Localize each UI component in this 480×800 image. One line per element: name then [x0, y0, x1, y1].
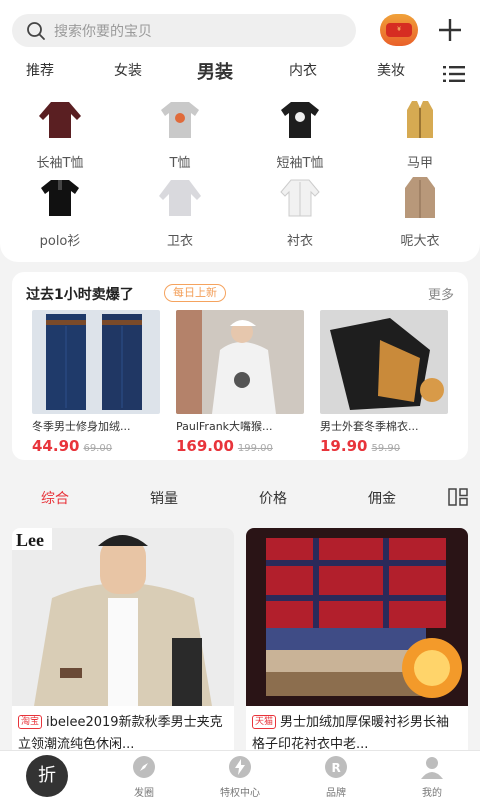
- sort-sales[interactable]: 销量: [150, 488, 178, 508]
- daily-new-badge: 每日上新: [164, 284, 226, 302]
- tab-beauty[interactable]: 美妆: [377, 60, 405, 80]
- dress-shirt-icon: [280, 179, 320, 217]
- product-card[interactable]: 天猫 男士加绒加厚保暖衬衫男长袖格子印花衬衣中老...: [246, 528, 468, 758]
- product-title: 男士加绒加厚保暖衬衫男长袖格子印花衬衣中老...: [252, 715, 450, 752]
- subcat-dress-shirt[interactable]: 衬衣: [250, 174, 350, 249]
- product-card[interactable]: Lee 淘宝 ibelee2019新款秋季男士夹克立领潮流纯色休闲...: [12, 528, 234, 758]
- menu-icon[interactable]: [443, 65, 465, 83]
- hot-item[interactable]: 男士外套冬季棉衣... 19.90 59.90: [320, 310, 448, 455]
- subcat-longsleeve[interactable]: 长袖T恤: [10, 96, 110, 171]
- subcat-polo[interactable]: polo衫: [10, 174, 110, 249]
- user-icon: [421, 757, 443, 779]
- hot-item[interactable]: PaulFrank大嘴猴... 169.00 199.00: [176, 310, 304, 455]
- svg-text:R: R: [332, 761, 341, 775]
- search-icon: [27, 21, 45, 40]
- sort-comprehensive[interactable]: 综合: [41, 488, 69, 508]
- tshirt-icon: [161, 102, 199, 138]
- tab-privilege[interactable]: 特权中心: [200, 755, 280, 799]
- product-title: ibelee2019新款秋季男士夹克立领潮流纯色休闲...: [18, 715, 223, 752]
- sort-price[interactable]: 价格: [259, 488, 287, 508]
- product-image: [246, 528, 468, 706]
- shortsleeve-shirt-icon: [281, 102, 319, 138]
- product-image: [176, 310, 304, 414]
- discount-home-button[interactable]: 折: [26, 755, 68, 797]
- tab-brand[interactable]: R 品牌: [296, 755, 376, 799]
- tab-circle[interactable]: 发圈: [104, 755, 184, 799]
- product-image: [320, 310, 448, 414]
- shop-badge: 淘宝: [18, 715, 43, 729]
- subcat-vest[interactable]: 马甲: [370, 96, 470, 171]
- tab-profile[interactable]: 我的: [392, 755, 472, 799]
- subcat-shortsleeve[interactable]: 短袖T恤: [250, 96, 350, 171]
- category-tabs: 推荐 女装 男装 内衣 美妆: [0, 60, 480, 88]
- lee-logo: Lee: [16, 530, 44, 550]
- vest-icon: [407, 101, 433, 138]
- add-icon[interactable]: [436, 16, 464, 44]
- hot-selling-panel: 过去1小时卖爆了 每日上新 更多 冬季男士修身加绒... 44.90 69.00 …: [12, 272, 468, 460]
- tab-recommend[interactable]: 推荐: [26, 60, 54, 80]
- lightning-icon: [229, 756, 251, 778]
- subcat-wool-coat[interactable]: 呢大衣: [370, 174, 470, 249]
- more-link[interactable]: 更多: [428, 284, 454, 303]
- grid-layout-icon[interactable]: [448, 488, 468, 506]
- wool-coat-icon: [405, 177, 435, 218]
- shop-badge: 天猫: [252, 715, 277, 729]
- compass-icon: [133, 756, 155, 778]
- search-bar[interactable]: 搜索你要的宝贝: [12, 14, 356, 47]
- subcat-tshirt[interactable]: T恤: [130, 96, 230, 171]
- hot-item[interactable]: 冬季男士修身加绒... 44.90 69.00: [32, 310, 160, 455]
- tab-men[interactable]: 男装: [197, 58, 233, 84]
- subcat-sweatshirt[interactable]: 卫衣: [130, 174, 230, 249]
- hot-selling-title: 过去1小时卖爆了: [26, 287, 134, 303]
- search-placeholder: 搜索你要的宝贝: [54, 23, 152, 40]
- bottom-tab-bar: 发圈 特权中心 R 品牌 我的: [0, 750, 480, 800]
- sweatshirt-icon: [159, 180, 201, 216]
- brand-icon: R: [325, 756, 347, 778]
- sort-commission[interactable]: 佣金: [368, 488, 396, 508]
- longsleeve-shirt-icon: [39, 102, 81, 138]
- product-image: Lee: [12, 528, 234, 706]
- sort-bar: 综合 销量 价格 佣金: [0, 484, 480, 512]
- tab-women[interactable]: 女装: [114, 60, 142, 80]
- tab-underwear[interactable]: 内衣: [289, 60, 317, 80]
- product-image: [32, 310, 160, 414]
- polo-icon: [41, 180, 79, 216]
- red-packet-icon[interactable]: ¥: [380, 14, 418, 46]
